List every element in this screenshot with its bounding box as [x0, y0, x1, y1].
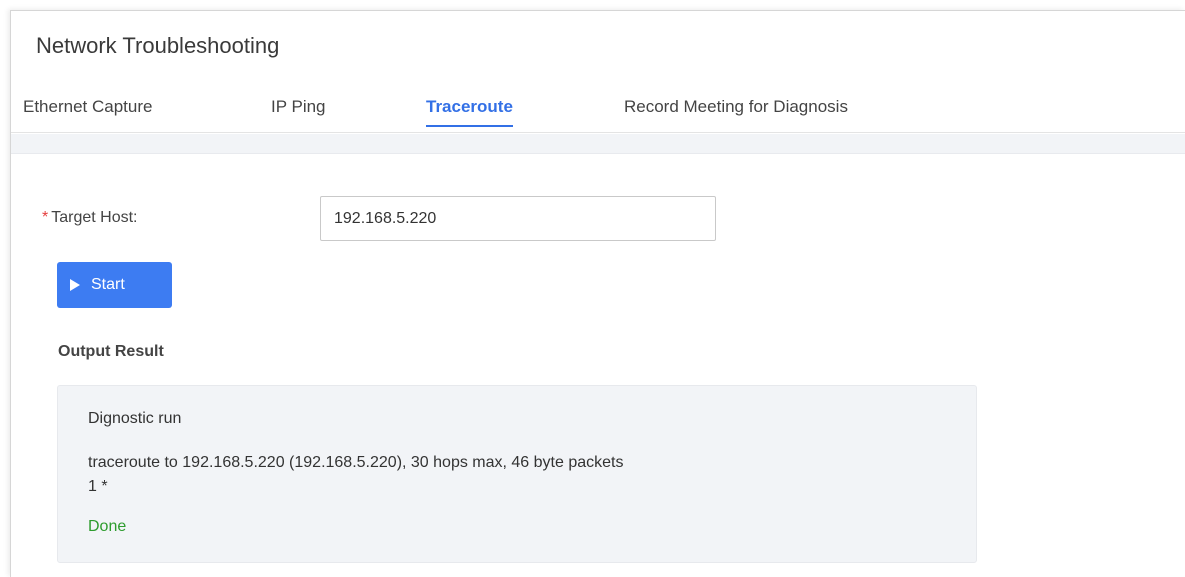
required-marker: *	[42, 209, 49, 226]
output-line-done: Done	[88, 518, 127, 535]
target-host-label-text: Target Host:	[51, 209, 138, 226]
network-troubleshooting-panel: Network Troubleshooting Ethernet Capture…	[10, 10, 1185, 577]
tab-bar: Ethernet Capture IP Ping Traceroute Reco…	[11, 93, 1185, 133]
output-result-title: Output Result	[58, 343, 164, 360]
target-host-input[interactable]	[320, 196, 716, 241]
tab-traceroute[interactable]: Traceroute	[426, 97, 513, 127]
output-result-box: Dignostic run traceroute to 192.168.5.22…	[57, 385, 977, 563]
tab-record-meeting-for-diagnosis[interactable]: Record Meeting for Diagnosis	[624, 97, 848, 125]
output-line-status: Dignostic run	[88, 410, 182, 427]
output-line-hop-1: 1 *	[88, 478, 108, 495]
play-icon	[70, 279, 80, 291]
content-divider-band	[11, 134, 1185, 154]
tab-ethernet-capture[interactable]: Ethernet Capture	[23, 97, 152, 125]
target-host-label: * Target Host:	[42, 209, 138, 227]
page-title: Network Troubleshooting	[36, 33, 280, 58]
tab-ip-ping[interactable]: IP Ping	[271, 97, 326, 125]
start-button[interactable]: Start	[57, 262, 172, 308]
output-line-traceroute-header: traceroute to 192.168.5.220 (192.168.5.2…	[88, 454, 624, 471]
start-button-label: Start	[91, 276, 125, 293]
target-host-row: * Target Host:	[42, 196, 742, 241]
